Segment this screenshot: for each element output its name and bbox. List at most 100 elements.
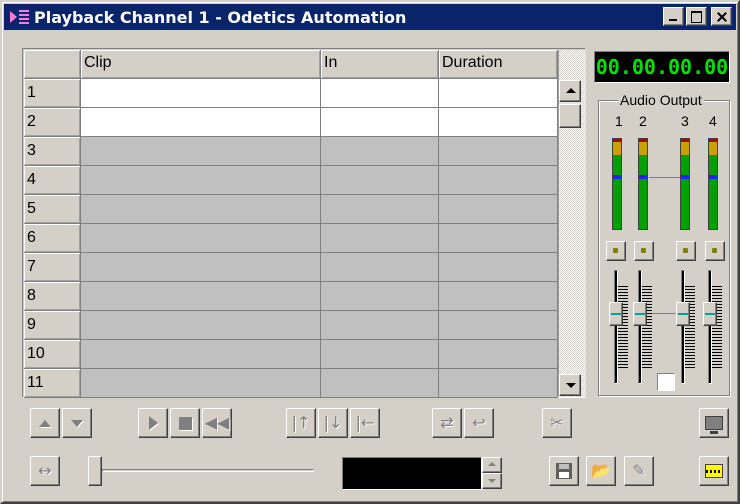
fader-knob-3[interactable]	[676, 302, 690, 326]
clip-cell[interactable]	[81, 195, 321, 224]
table-row[interactable]: 7	[24, 253, 558, 282]
monitor-button[interactable]	[699, 408, 729, 438]
table-row[interactable]: 6	[24, 224, 558, 253]
table-row[interactable]: 10	[24, 340, 558, 369]
table-row[interactable]: 9	[24, 311, 558, 340]
clip-cell[interactable]	[81, 340, 321, 369]
fader-knob-4[interactable]	[703, 302, 717, 326]
clip-cell[interactable]	[81, 224, 321, 253]
row-number[interactable]: 5	[24, 195, 81, 224]
in-cell[interactable]	[321, 311, 439, 340]
title-bar[interactable]: Playback Channel 1 - Odetics Automation	[4, 4, 736, 30]
close-button[interactable]	[711, 7, 732, 26]
header-duration[interactable]: Duration	[439, 50, 558, 79]
table-row[interactable]: 3	[24, 137, 558, 166]
scroll-down-button[interactable]	[559, 374, 581, 396]
play-button[interactable]	[138, 408, 168, 438]
cut-button[interactable]: ✂	[542, 408, 572, 438]
in-cell[interactable]	[321, 195, 439, 224]
mute-button-3[interactable]	[676, 241, 696, 261]
row-number[interactable]: 4	[24, 166, 81, 195]
edit-button[interactable]: ✎	[624, 456, 654, 486]
position-slider-knob[interactable]	[88, 456, 102, 486]
in-cell[interactable]	[321, 224, 439, 253]
clip-cell[interactable]	[81, 79, 321, 108]
save-button[interactable]	[549, 456, 579, 486]
duration-cell[interactable]	[439, 79, 558, 108]
duration-cell[interactable]	[439, 224, 558, 253]
fader-knob-2[interactable]	[633, 302, 647, 326]
position-slider-track[interactable]	[102, 469, 314, 472]
in-cell[interactable]	[321, 340, 439, 369]
grid-scrollbar[interactable]	[559, 50, 586, 397]
clip-cell[interactable]	[81, 282, 321, 311]
in-cell[interactable]	[321, 369, 439, 398]
clip-cell[interactable]	[81, 253, 321, 282]
clip-cell[interactable]	[81, 108, 321, 137]
row-number[interactable]: 7	[24, 253, 81, 282]
in-cell[interactable]	[321, 137, 439, 166]
in-cell[interactable]	[321, 253, 439, 282]
mute-button-1[interactable]	[606, 241, 626, 261]
insert-above-button[interactable]: |↑	[286, 408, 316, 438]
duration-cell[interactable]	[439, 195, 558, 224]
row-number[interactable]: 10	[24, 340, 81, 369]
table-row[interactable]: 8	[24, 282, 558, 311]
speed-spinner[interactable]	[482, 457, 502, 490]
in-cell[interactable]	[321, 79, 439, 108]
row-number[interactable]: 11	[24, 369, 81, 398]
clip-cell[interactable]	[81, 137, 321, 166]
spin-up-button[interactable]	[482, 457, 502, 473]
row-number[interactable]: 9	[24, 311, 81, 340]
in-cell[interactable]	[321, 282, 439, 311]
table-row[interactable]: 4	[24, 166, 558, 195]
table-row[interactable]: 1	[24, 79, 558, 108]
mute-button-4[interactable]	[705, 241, 725, 261]
to-start-button[interactable]: |←	[350, 408, 380, 438]
link-faders-checkbox[interactable]	[657, 373, 675, 391]
minimize-button[interactable]	[663, 7, 684, 26]
spin-down-button[interactable]	[482, 473, 502, 489]
clip-cell[interactable]	[81, 369, 321, 398]
clip-list-button[interactable]	[699, 456, 729, 486]
duration-cell[interactable]	[439, 311, 558, 340]
level-meter-4	[708, 138, 718, 230]
row-number[interactable]: 1	[24, 79, 81, 108]
insert-below-icon: |↓	[323, 413, 343, 432]
table-row[interactable]: 5	[24, 195, 558, 224]
rewind-button[interactable]: ◀◀	[202, 408, 232, 438]
cue-down-button[interactable]	[62, 408, 92, 438]
row-number[interactable]: 6	[24, 224, 81, 253]
duration-cell[interactable]	[439, 282, 558, 311]
scroll-thumb[interactable]	[559, 104, 581, 128]
duration-cell[interactable]	[439, 137, 558, 166]
in-cell[interactable]	[321, 166, 439, 195]
duration-cell[interactable]	[439, 166, 558, 195]
expand-button[interactable]: ↔	[30, 456, 60, 486]
duration-cell[interactable]	[439, 108, 558, 137]
speed-display[interactable]	[342, 457, 482, 490]
scroll-up-button[interactable]	[559, 80, 581, 102]
duration-cell[interactable]	[439, 253, 558, 282]
header-in[interactable]: In	[321, 50, 439, 79]
stop-button[interactable]	[170, 408, 200, 438]
insert-below-button[interactable]: |↓	[318, 408, 348, 438]
duration-cell[interactable]	[439, 369, 558, 398]
table-row[interactable]: 11	[24, 369, 558, 398]
clip-cell[interactable]	[81, 311, 321, 340]
clip-cell[interactable]	[81, 166, 321, 195]
cue-up-button[interactable]	[30, 408, 60, 438]
return-button[interactable]: ↩	[464, 408, 494, 438]
loop-button[interactable]: ⇄	[432, 408, 462, 438]
fader-knob-1[interactable]	[609, 302, 623, 326]
in-cell[interactable]	[321, 108, 439, 137]
maximize-button[interactable]	[686, 7, 707, 26]
table-row[interactable]: 2	[24, 108, 558, 137]
row-number[interactable]: 8	[24, 282, 81, 311]
header-clip[interactable]: Clip	[81, 50, 321, 79]
row-number[interactable]: 3	[24, 137, 81, 166]
row-number[interactable]: 2	[24, 108, 81, 137]
mute-button-2[interactable]	[634, 241, 654, 261]
duration-cell[interactable]	[439, 340, 558, 369]
open-button[interactable]: 📂	[586, 456, 616, 486]
